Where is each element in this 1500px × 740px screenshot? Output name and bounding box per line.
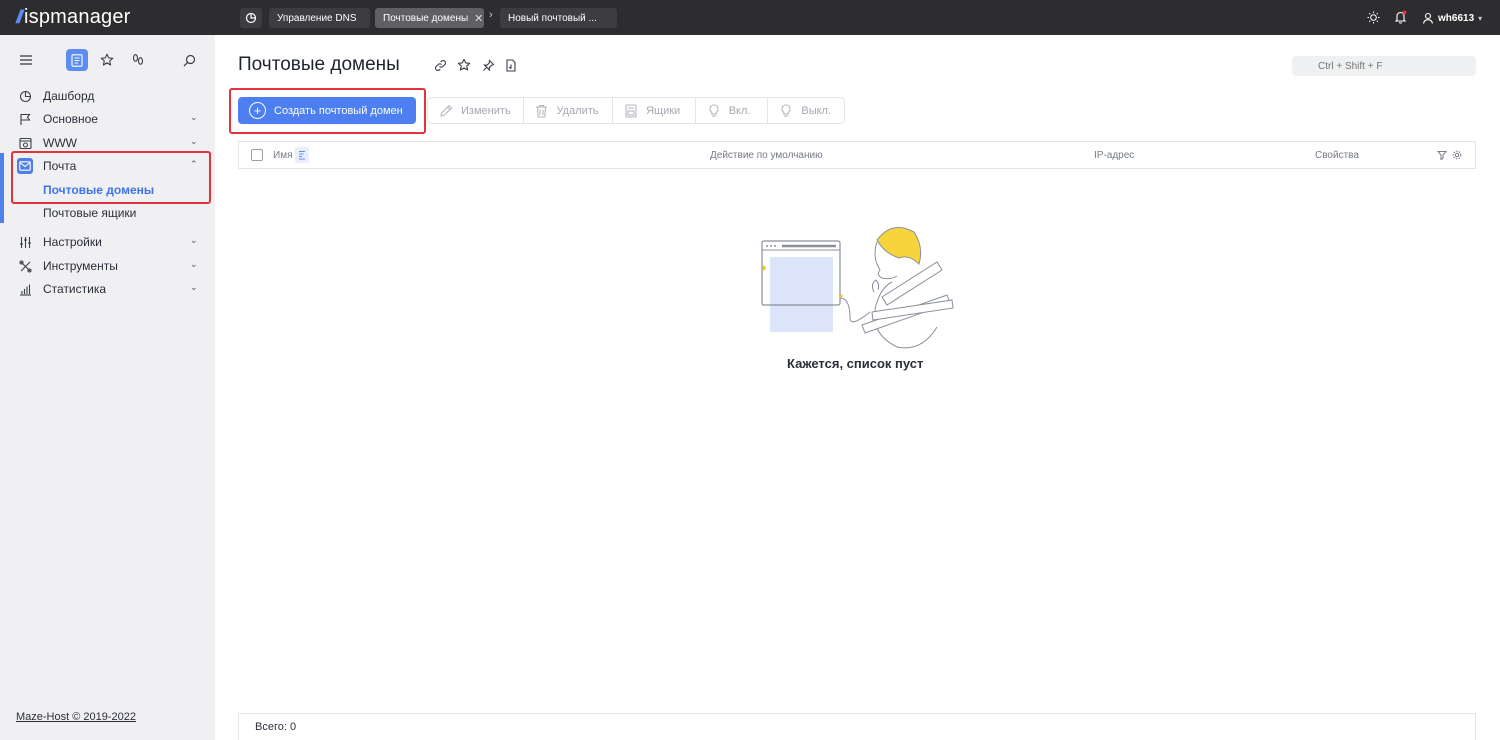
lightbulb-off-icon	[778, 103, 794, 119]
sidebar-item-main[interactable]: Основное ⌄	[0, 108, 215, 130]
star-icon[interactable]	[96, 49, 118, 71]
sidebar-item-label: Инструменты	[43, 259, 118, 273]
gear-icon[interactable]	[1452, 150, 1462, 163]
sidebar-subitem-mailboxes[interactable]: Почтовые ящики	[43, 206, 136, 220]
menu-icon[interactable]	[15, 49, 37, 71]
filter-icon[interactable]	[1436, 150, 1448, 163]
bell-icon[interactable]	[1392, 9, 1408, 25]
globe-window-icon	[17, 135, 33, 151]
close-icon[interactable]: ✕	[474, 12, 483, 25]
document-info-icon[interactable]	[504, 58, 518, 72]
chevron-down-icon: ⌄	[190, 259, 198, 269]
sidebar-subitem-mail-domains[interactable]: Почтовые домены	[43, 183, 154, 197]
dashboard-tab-icon[interactable]	[240, 8, 262, 28]
empty-list-message: Кажется, список пуст	[787, 356, 924, 371]
tab-mail-domains[interactable]: Почтовые домены ✕	[375, 8, 484, 28]
edit-button[interactable]: Изменить	[428, 98, 524, 123]
chevron-up-icon: ⌃	[190, 159, 198, 169]
mailboxes-button[interactable]: Ящики	[613, 98, 696, 123]
mail-icon	[17, 158, 33, 174]
total-count: Всего: 0	[255, 721, 297, 733]
sidebar-item-tools[interactable]: Инструменты ⌄	[0, 255, 215, 277]
mailboxes-button-label: Ящики	[646, 104, 681, 117]
sidebar-item-dashboard[interactable]: Дашборд	[0, 85, 215, 107]
enable-button-label: Вкл.	[728, 104, 751, 117]
sidebar-item-label: Дашборд	[43, 89, 95, 103]
user-name: wh6613	[1438, 12, 1475, 24]
footer-copyright-link[interactable]: Maze-Host © 2019-2022	[16, 711, 136, 723]
logo-icon: //	[16, 6, 23, 27]
pie-chart-icon	[17, 88, 33, 104]
sidebar-item-label: Основное	[43, 112, 98, 126]
enable-button[interactable]: Вкл.	[696, 98, 769, 123]
chevron-down-icon: ⌄	[190, 112, 198, 122]
chevron-right-icon: ›	[489, 9, 493, 21]
tab-dns-management[interactable]: Управление DNS	[269, 8, 370, 28]
sidebar-item-statistics[interactable]: Статистика ⌄	[0, 278, 215, 300]
search-icon[interactable]	[178, 49, 200, 71]
empty-list-illustration	[761, 227, 954, 349]
tab-label: Новый почтовый ...	[508, 12, 597, 24]
chevron-down-icon: ⌄	[190, 136, 198, 146]
search-input[interactable]	[1292, 56, 1476, 76]
table-footer: Всего: 0	[238, 713, 1476, 740]
sidebar-item-label: WWW	[43, 136, 77, 150]
disable-button[interactable]: Выкл.	[768, 98, 844, 123]
table-header: Имя Действие по умолчанию IP-адрес Свойс…	[238, 141, 1476, 169]
select-all-checkbox[interactable]	[251, 149, 263, 161]
list-view-icon[interactable]	[66, 49, 88, 71]
pin-icon[interactable]	[481, 58, 495, 72]
column-header-name[interactable]: Имя	[273, 150, 292, 161]
user-menu[interactable]: wh6613 ▾	[1422, 10, 1482, 26]
footprints-icon[interactable]	[127, 49, 149, 71]
sidebar-item-mail[interactable]: Почта ⌃	[0, 155, 215, 177]
link-icon[interactable]	[433, 58, 447, 72]
tools-icon	[17, 258, 33, 274]
theme-toggle-icon[interactable]	[1365, 9, 1381, 25]
delete-button-label: Удалить	[556, 104, 599, 117]
page-title: Почтовые домены	[238, 54, 400, 75]
pie-chart-icon	[245, 12, 257, 24]
delete-button[interactable]: Удалить	[524, 98, 614, 123]
column-header-properties[interactable]: Свойства	[1315, 150, 1359, 161]
column-header-ip-address[interactable]: IP-адрес	[1094, 150, 1134, 161]
lightbulb-icon	[706, 103, 722, 119]
sidebar-item-label: Почта	[43, 159, 77, 173]
user-icon	[1422, 12, 1434, 24]
sliders-icon	[17, 234, 33, 250]
sidebar-item-settings[interactable]: Настройки ⌄	[0, 231, 215, 253]
flag-icon	[17, 111, 33, 127]
sidebar-item-label: Настройки	[43, 235, 102, 249]
sidebar: Дашборд Основное ⌄ WWW ⌄ Почта ⌃ Почтовы…	[0, 35, 215, 740]
column-header-default-action[interactable]: Действие по умолчанию	[710, 150, 823, 161]
bar-chart-icon	[17, 281, 33, 297]
disable-button-label: Выкл.	[801, 104, 832, 117]
highlight-frame	[229, 88, 426, 134]
sidebar-item-label: Статистика	[43, 282, 107, 296]
tab-new-mail-domain[interactable]: Новый почтовый ...	[500, 8, 617, 28]
chevron-down-icon: ⌄	[190, 282, 198, 292]
sort-icon[interactable]	[295, 147, 309, 163]
edit-button-label: Изменить	[461, 104, 511, 117]
tab-label: Почтовые домены	[383, 12, 469, 24]
sidebar-toolbar	[0, 49, 215, 73]
top-bar: // ispmanager Управление DNS Почтовые до…	[0, 0, 1500, 35]
mailbox-icon	[623, 103, 639, 119]
trash-icon	[534, 103, 550, 119]
chevron-down-icon: ▾	[1478, 13, 1483, 23]
pencil-icon	[438, 103, 454, 119]
tab-label: Управление DNS	[277, 12, 357, 24]
chevron-down-icon: ⌄	[190, 235, 198, 245]
logo-text: ispmanager	[24, 5, 131, 28]
logo[interactable]: // ispmanager	[16, 6, 131, 28]
toolbar-actions: Изменить Удалить Ящики Вкл. Выкл.	[427, 97, 845, 124]
star-icon[interactable]	[457, 58, 471, 72]
